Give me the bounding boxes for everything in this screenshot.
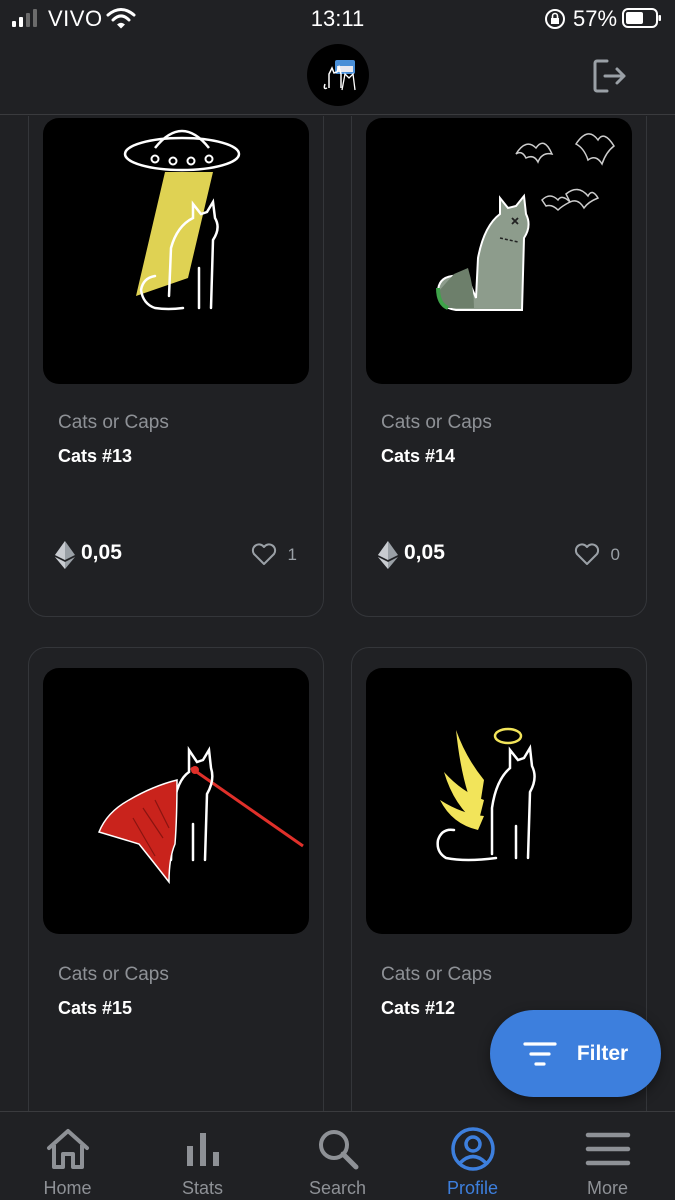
nft-name: Cats #15 [58,998,133,1018]
tab-search[interactable]: Search [270,1112,405,1200]
cat-avatar-icon[interactable] [307,44,369,106]
menu-icon [585,1132,631,1166]
nft-name: Cats #14 [381,446,456,466]
rotation-lock-icon [545,9,565,29]
stats-icon [187,1133,219,1166]
collection-name: Cats or Caps [381,964,492,985]
nft-image-zombie-cat [366,118,632,384]
like-count: 0 [610,545,620,564]
collection-name: Cats or Caps [381,412,492,433]
filter-icon [523,1041,557,1066]
ethereum-icon [55,541,75,569]
top-header [0,38,675,115]
filter-label: Filter [576,1041,629,1065]
like-count: 1 [287,545,297,564]
price-row: 0,05 0 [378,539,620,569]
search-icon [319,1130,359,1170]
heart-icon[interactable] [574,542,600,566]
nft-name: Cats #13 [58,446,133,466]
heart-icon[interactable] [251,542,277,566]
status-bar: VIVO 13:11 57% [0,0,675,38]
nft-image-caped-laser-cat [43,668,309,934]
home-icon [47,1129,89,1169]
tab-label: Profile [446,1178,499,1198]
nft-card[interactable]: Cats or Caps Cats #15 [28,647,324,1111]
nft-price: 0,05 [404,541,445,564]
logout-icon[interactable] [591,57,629,95]
tab-label: Home [43,1178,92,1198]
tab-label: Search [308,1178,367,1198]
tab-profile[interactable]: Profile [405,1112,540,1200]
price-row: 0,05 1 [55,539,297,569]
tab-home[interactable]: Home [0,1112,135,1200]
tab-label: More [586,1178,628,1198]
filter-button[interactable]: Filter [490,1010,661,1097]
tab-label: Stats [181,1178,224,1198]
nft-image-angel-cat [366,668,632,934]
profile-icon [451,1127,495,1171]
app-screen: VIVO 13:11 57% Cats or Caps Cats #13 0,0… [0,0,675,1200]
collection-name: Cats or Caps [58,964,169,985]
nft-image-ufo-cat [43,118,309,384]
nft-name: Cats #12 [381,998,456,1018]
bottom-tab-bar: Home Stats Search Profile More [0,1111,675,1200]
collection-name: Cats or Caps [58,412,169,433]
nft-grid: Cats or Caps Cats #13 0,05 1 Cats or Cap… [0,116,675,1111]
ethereum-icon [378,541,398,569]
battery-icon [622,8,661,28]
nft-card[interactable]: Cats or Caps Cats #13 0,05 1 [28,116,324,617]
tab-stats[interactable]: Stats [135,1112,270,1200]
nft-price: 0,05 [81,541,122,564]
tab-more[interactable]: More [540,1112,675,1200]
nft-card[interactable]: Cats or Caps Cats #14 0,05 0 [351,116,647,617]
battery-percent: 57% [573,6,618,31]
